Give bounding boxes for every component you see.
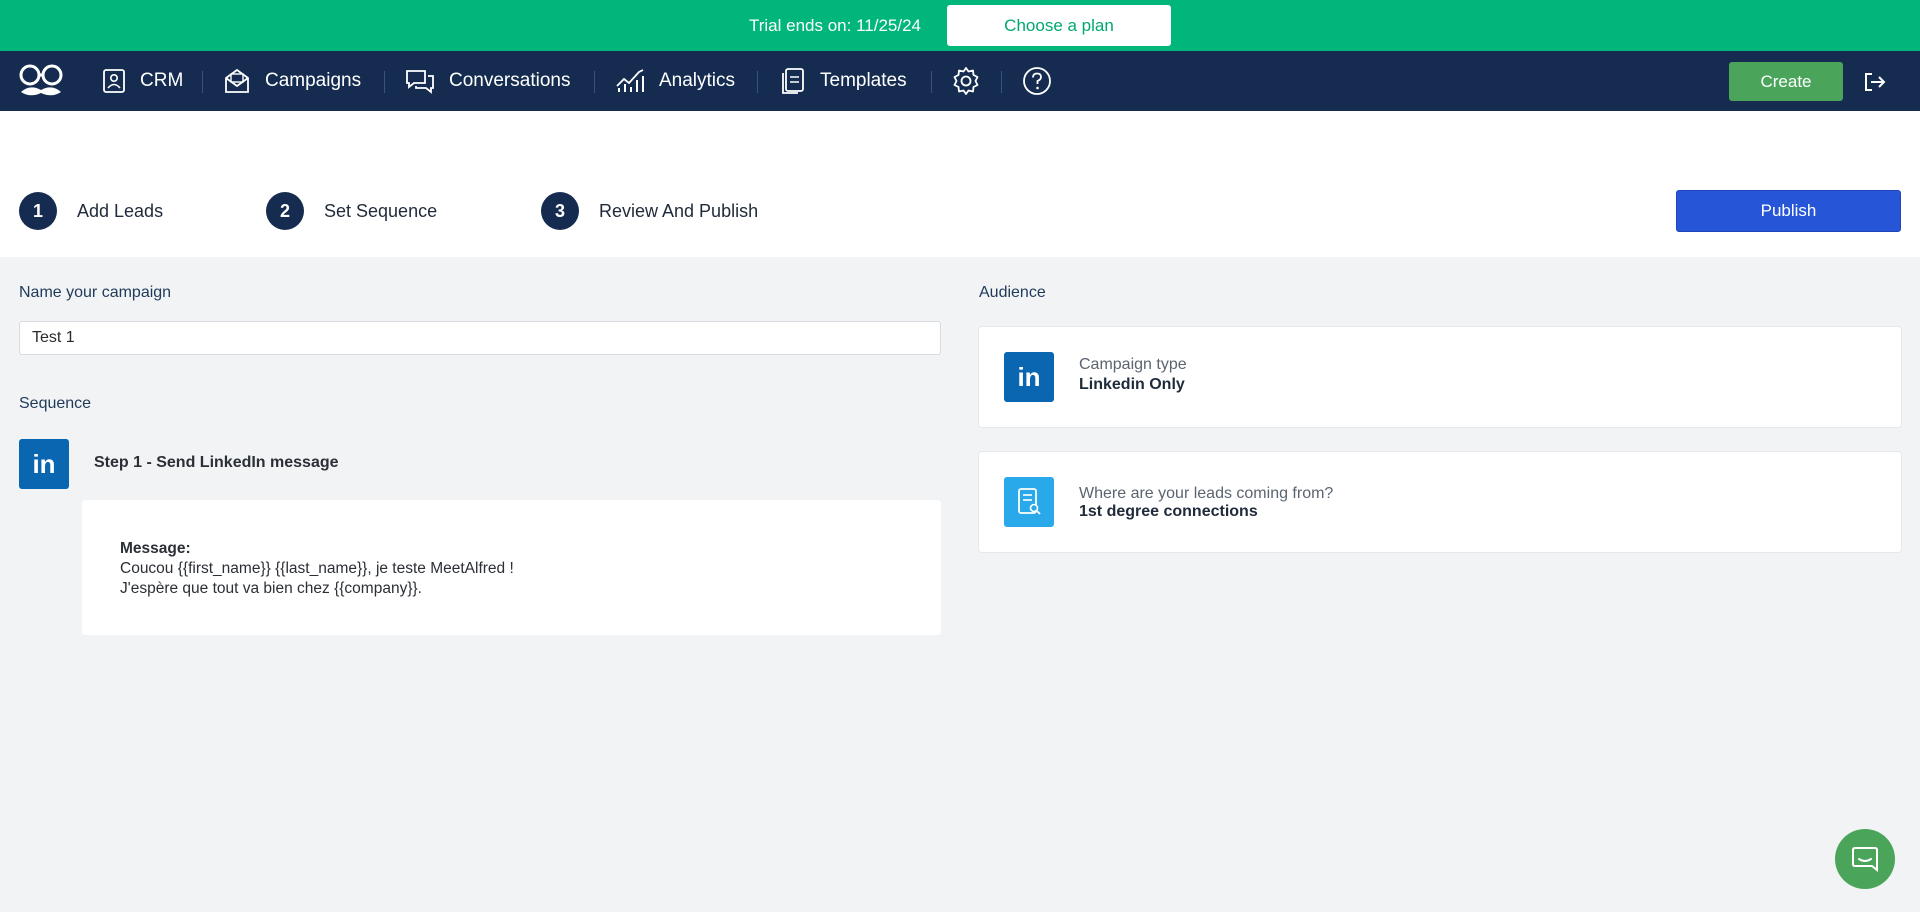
linkedin-icon: in (19, 439, 69, 489)
nav-analytics-label: Analytics (659, 70, 736, 91)
sequence-label: Sequence (19, 395, 92, 412)
leads-search-document-icon (1004, 477, 1054, 527)
nav-templates[interactable]: Templates (780, 51, 907, 111)
nav-crm[interactable]: CRM (102, 51, 183, 111)
nav-conversations[interactable]: Conversations (405, 51, 570, 111)
trial-text: Trial ends on: 11/25/24 (748, 15, 921, 35)
create-button[interactable]: Create (1729, 62, 1843, 101)
step-add-leads[interactable]: 1 Add Leads (19, 192, 163, 230)
nav-templates-label: Templates (820, 70, 907, 91)
nav-divider (757, 71, 758, 93)
nav-campaigns[interactable]: Campaigns (223, 51, 361, 111)
nav-divider (594, 71, 595, 93)
nav-divider (384, 71, 385, 93)
step-number: 2 (266, 192, 304, 230)
logout-icon[interactable] (1862, 69, 1888, 95)
campaign-type-card: in Campaign type Linkedin Only (979, 327, 1901, 427)
audience-label: Audience (979, 284, 1046, 301)
campaign-type-value: Linkedin Only (1079, 376, 1185, 393)
step-label: Review And Publish (599, 200, 759, 221)
analytics-icon (616, 69, 644, 92)
settings-gear-icon[interactable] (951, 66, 981, 96)
nav-divider (202, 71, 203, 93)
step-label: Set Sequence (324, 200, 438, 221)
step-set-sequence[interactable]: 2 Set Sequence (266, 192, 437, 230)
help-question-icon[interactable] (1022, 66, 1052, 96)
campaign-stepper: 1 Add Leads 2 Set Sequence 3 Review And … (0, 111, 1920, 257)
nav-conversations-label: Conversations (449, 70, 571, 91)
chat-support-icon[interactable] (1835, 829, 1895, 889)
message-title: Message: (120, 540, 191, 557)
conversations-icon (406, 70, 434, 94)
message-line: J'espère que tout va bien chez {{company… (120, 580, 422, 597)
campaign-type-sub: Campaign type (1079, 356, 1187, 373)
crm-icon (103, 69, 125, 93)
message-line: Coucou {{first_name}} {{last_name}}, je … (120, 560, 514, 577)
templates-icon (782, 68, 804, 94)
campaign-name-input[interactable] (19, 321, 941, 355)
leads-source-sub: Where are your leads coming from? (1079, 485, 1334, 502)
nav-divider (931, 71, 932, 93)
step-label: Add Leads (77, 200, 164, 221)
meetalfred-logo-icon[interactable] (18, 62, 64, 100)
top-nav: CRM Campaigns Conversations Analytics Te… (0, 51, 1920, 111)
trial-banner: Trial ends on: 11/25/24 Choose a plan (0, 0, 1920, 51)
step-number: 3 (541, 192, 579, 230)
choose-plan-button[interactable]: Choose a plan (947, 5, 1171, 46)
nav-divider (1001, 71, 1002, 93)
nav-analytics[interactable]: Analytics (615, 51, 735, 111)
message-card[interactable]: Message: Coucou {{first_name}} {{last_na… (82, 500, 941, 635)
leads-source-value: 1st degree connections (1079, 503, 1258, 520)
step-review-publish[interactable]: 3 Review And Publish (541, 192, 758, 230)
linkedin-icon: in (1004, 352, 1054, 402)
nav-crm-label: CRM (140, 70, 184, 91)
nav-campaigns-label: Campaigns (265, 70, 362, 91)
campaign-name-label: Name your campaign (19, 284, 172, 301)
leads-source-card: Where are your leads coming from? 1st de… (979, 452, 1901, 552)
campaigns-icon (225, 68, 249, 93)
publish-button[interactable]: Publish (1676, 190, 1901, 232)
step-number: 1 (19, 192, 57, 230)
sequence-step-title: Step 1 - Send LinkedIn message (94, 454, 339, 471)
